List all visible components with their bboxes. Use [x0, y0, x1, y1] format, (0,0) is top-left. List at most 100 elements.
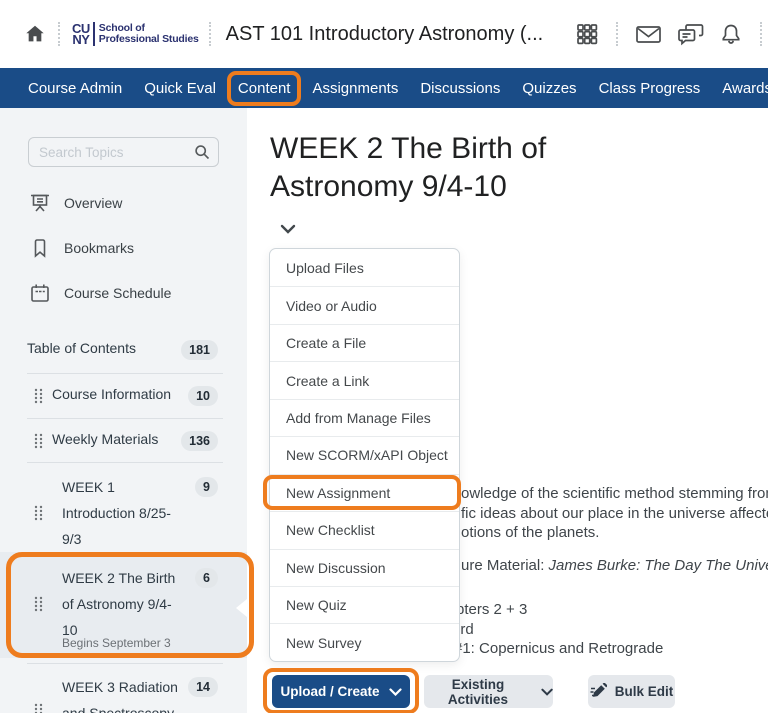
menu-item-video-or-audio[interactable]: Video or Audio [270, 286, 459, 323]
menu-item-new-discussion[interactable]: New Discussion [270, 548, 459, 586]
description-line: ure Material: James Burke: The Day The U… [461, 557, 768, 574]
bookmark-icon [28, 236, 52, 260]
module-week-1[interactable]: WEEK 1 Introduction 8/25- 9/3 [62, 474, 192, 552]
search-topics-input[interactable] [28, 137, 219, 167]
nav-awards[interactable]: Awards [722, 80, 768, 97]
description-line: fic ideas about our place in the univers… [461, 504, 768, 522]
drag-handle-icon[interactable] [34, 703, 43, 713]
overview-icon [28, 191, 52, 215]
module-week-3[interactable]: WEEK 3 Radiation and Spectroscopy [62, 674, 192, 713]
chat-icon[interactable] [677, 22, 704, 47]
menu-item-create-a-file[interactable]: Create a File [270, 323, 459, 361]
bell-icon[interactable] [719, 22, 743, 47]
chevron-down-icon[interactable] [280, 221, 296, 239]
nav-course-admin[interactable]: Course Admin [28, 80, 122, 97]
week-3-line: WEEK 3 Radiation [62, 679, 178, 695]
week-2-start-note: Begins September 3 [62, 636, 171, 650]
menu-item-add-from-manage-files[interactable]: Add from Manage Files [270, 398, 459, 436]
divider [27, 462, 223, 463]
module-week-2[interactable]: WEEK 2 The Birth of Astronomy 9/4- 10 [62, 565, 192, 643]
nav-class-progress[interactable]: Class Progress [599, 80, 701, 97]
drag-handle-icon[interactable] [34, 388, 43, 409]
divider [760, 22, 762, 46]
module-description-text: owledge of the scientific method stemmin… [461, 484, 768, 543]
course-title[interactable]: AST 101 Introductory Astronomy (... [226, 23, 544, 46]
nav-discussions[interactable]: Discussions [420, 80, 500, 97]
sidebar-item-label: Course Schedule [64, 285, 172, 301]
module-description-text: pters 2 + 3 ord #1: Copernicus and Retro… [452, 600, 663, 659]
top-bar: CU NY School of Professional Studies AST… [0, 0, 768, 68]
divider [27, 418, 223, 419]
week-count-badge: 14 [188, 677, 218, 697]
description-line: ord [452, 620, 474, 638]
sidebar-item-course-schedule[interactable]: Course Schedule [28, 281, 171, 305]
nav-content[interactable]: Content [226, 70, 302, 106]
main-content: WEEK 2 The Birth of Astronomy 9/4-10 owl… [247, 108, 768, 713]
menu-item-new-quiz[interactable]: New Quiz [270, 585, 459, 623]
toc-count-badge: 181 [181, 340, 218, 360]
divider [27, 663, 223, 664]
description-line: otions of the planets. [461, 524, 600, 541]
topbar-actions [575, 0, 764, 68]
page-title-line1: WEEK 2 The Birth of [270, 132, 547, 165]
week-1-line: Introduction 8/25- [62, 505, 171, 521]
drag-handle-icon[interactable] [34, 433, 43, 454]
drag-handle-icon[interactable] [34, 505, 43, 526]
nav-assignments[interactable]: Assignments [312, 80, 398, 97]
apps-grid-icon[interactable] [575, 22, 599, 46]
sidebar-item-bookmarks[interactable]: Bookmarks [28, 236, 134, 260]
sidebar-item-overview[interactable]: Overview [28, 191, 122, 215]
nav-content-label: Content [237, 79, 291, 97]
sidebar-item-label: Bookmarks [64, 240, 135, 256]
nav-quizzes[interactable]: Quizzes [522, 80, 576, 97]
mail-icon[interactable] [635, 22, 662, 46]
menu-item-new-scorm-xapi-object[interactable]: New SCORM/xAPI Object [270, 436, 459, 473]
upload-create-menu: Upload Files Video or Audio Create a Fil… [263, 248, 461, 662]
existing-activities-button[interactable]: Existing Activities [424, 675, 553, 708]
cuny-sps-logo[interactable]: CU NY School of Professional Studies [72, 22, 199, 46]
menu-item-create-a-link[interactable]: Create a Link [270, 361, 459, 398]
divider [208, 22, 211, 46]
selected-module-caret [236, 599, 247, 617]
divider [616, 22, 618, 46]
menu-item-new-checklist[interactable]: New Checklist [270, 511, 459, 548]
existing-activities-label: Existing Activities [447, 676, 508, 707]
module-count-badge: 10 [188, 386, 218, 406]
week-count-badge: 6 [195, 568, 218, 588]
logo-school-line2: Professional Studies [98, 33, 199, 45]
description-line: pters 2 + 3 [456, 601, 528, 618]
week-2-line: WEEK 2 The Birth [62, 570, 176, 586]
bulk-edit-label: Bulk Edit [614, 684, 674, 699]
content-sidebar: Overview Bookmarks Course Schedule Table… [0, 108, 254, 713]
app-window: CU NY School of Professional Studies AST… [0, 0, 768, 713]
calendar-icon [28, 281, 52, 305]
week-2-line: of Astronomy 9/4- [62, 596, 172, 612]
pencil-icon [590, 683, 607, 697]
nav-quick-eval[interactable]: Quick Eval [144, 80, 216, 97]
logo-divider [92, 22, 95, 46]
page-title-line2: Astronomy 9/4-10 [270, 170, 507, 203]
module-weekly-materials[interactable]: Weekly Materials [52, 431, 158, 447]
course-navbar: Course Admin Quick Eval Content Assignme… [0, 68, 768, 108]
search-icon[interactable] [194, 144, 210, 165]
description-line: owledge of the scientific method stemmin… [461, 485, 768, 502]
upload-create-label: Upload / Create [280, 684, 380, 699]
menu-item-upload-files[interactable]: Upload Files [270, 249, 459, 286]
week-3-line: and Spectroscopy [62, 705, 175, 713]
chevron-down-icon [541, 688, 553, 696]
table-of-contents-link[interactable]: Table of Contents [27, 340, 136, 356]
menu-item-new-assignment[interactable]: New Assignment [263, 473, 461, 511]
home-icon[interactable] [24, 23, 46, 45]
upload-create-button[interactable]: Upload / Create [263, 668, 419, 713]
page-title: WEEK 2 The Birth of Astronomy 9/4-10 [270, 130, 600, 206]
module-count-badge: 136 [181, 431, 218, 451]
menu-item-new-survey[interactable]: New Survey [270, 623, 459, 660]
menu-item-label: New Assignment [286, 484, 391, 501]
module-description-text: ure Material: James Burke: The Day The U… [461, 556, 768, 576]
logo-ny: NY [72, 32, 90, 47]
drag-handle-icon[interactable] [34, 596, 43, 617]
sidebar-item-label: Overview [64, 195, 123, 211]
bulk-edit-button[interactable]: Bulk Edit [588, 675, 675, 708]
week-1-line: WEEK 1 [62, 479, 115, 495]
module-course-information[interactable]: Course Information [52, 386, 171, 402]
